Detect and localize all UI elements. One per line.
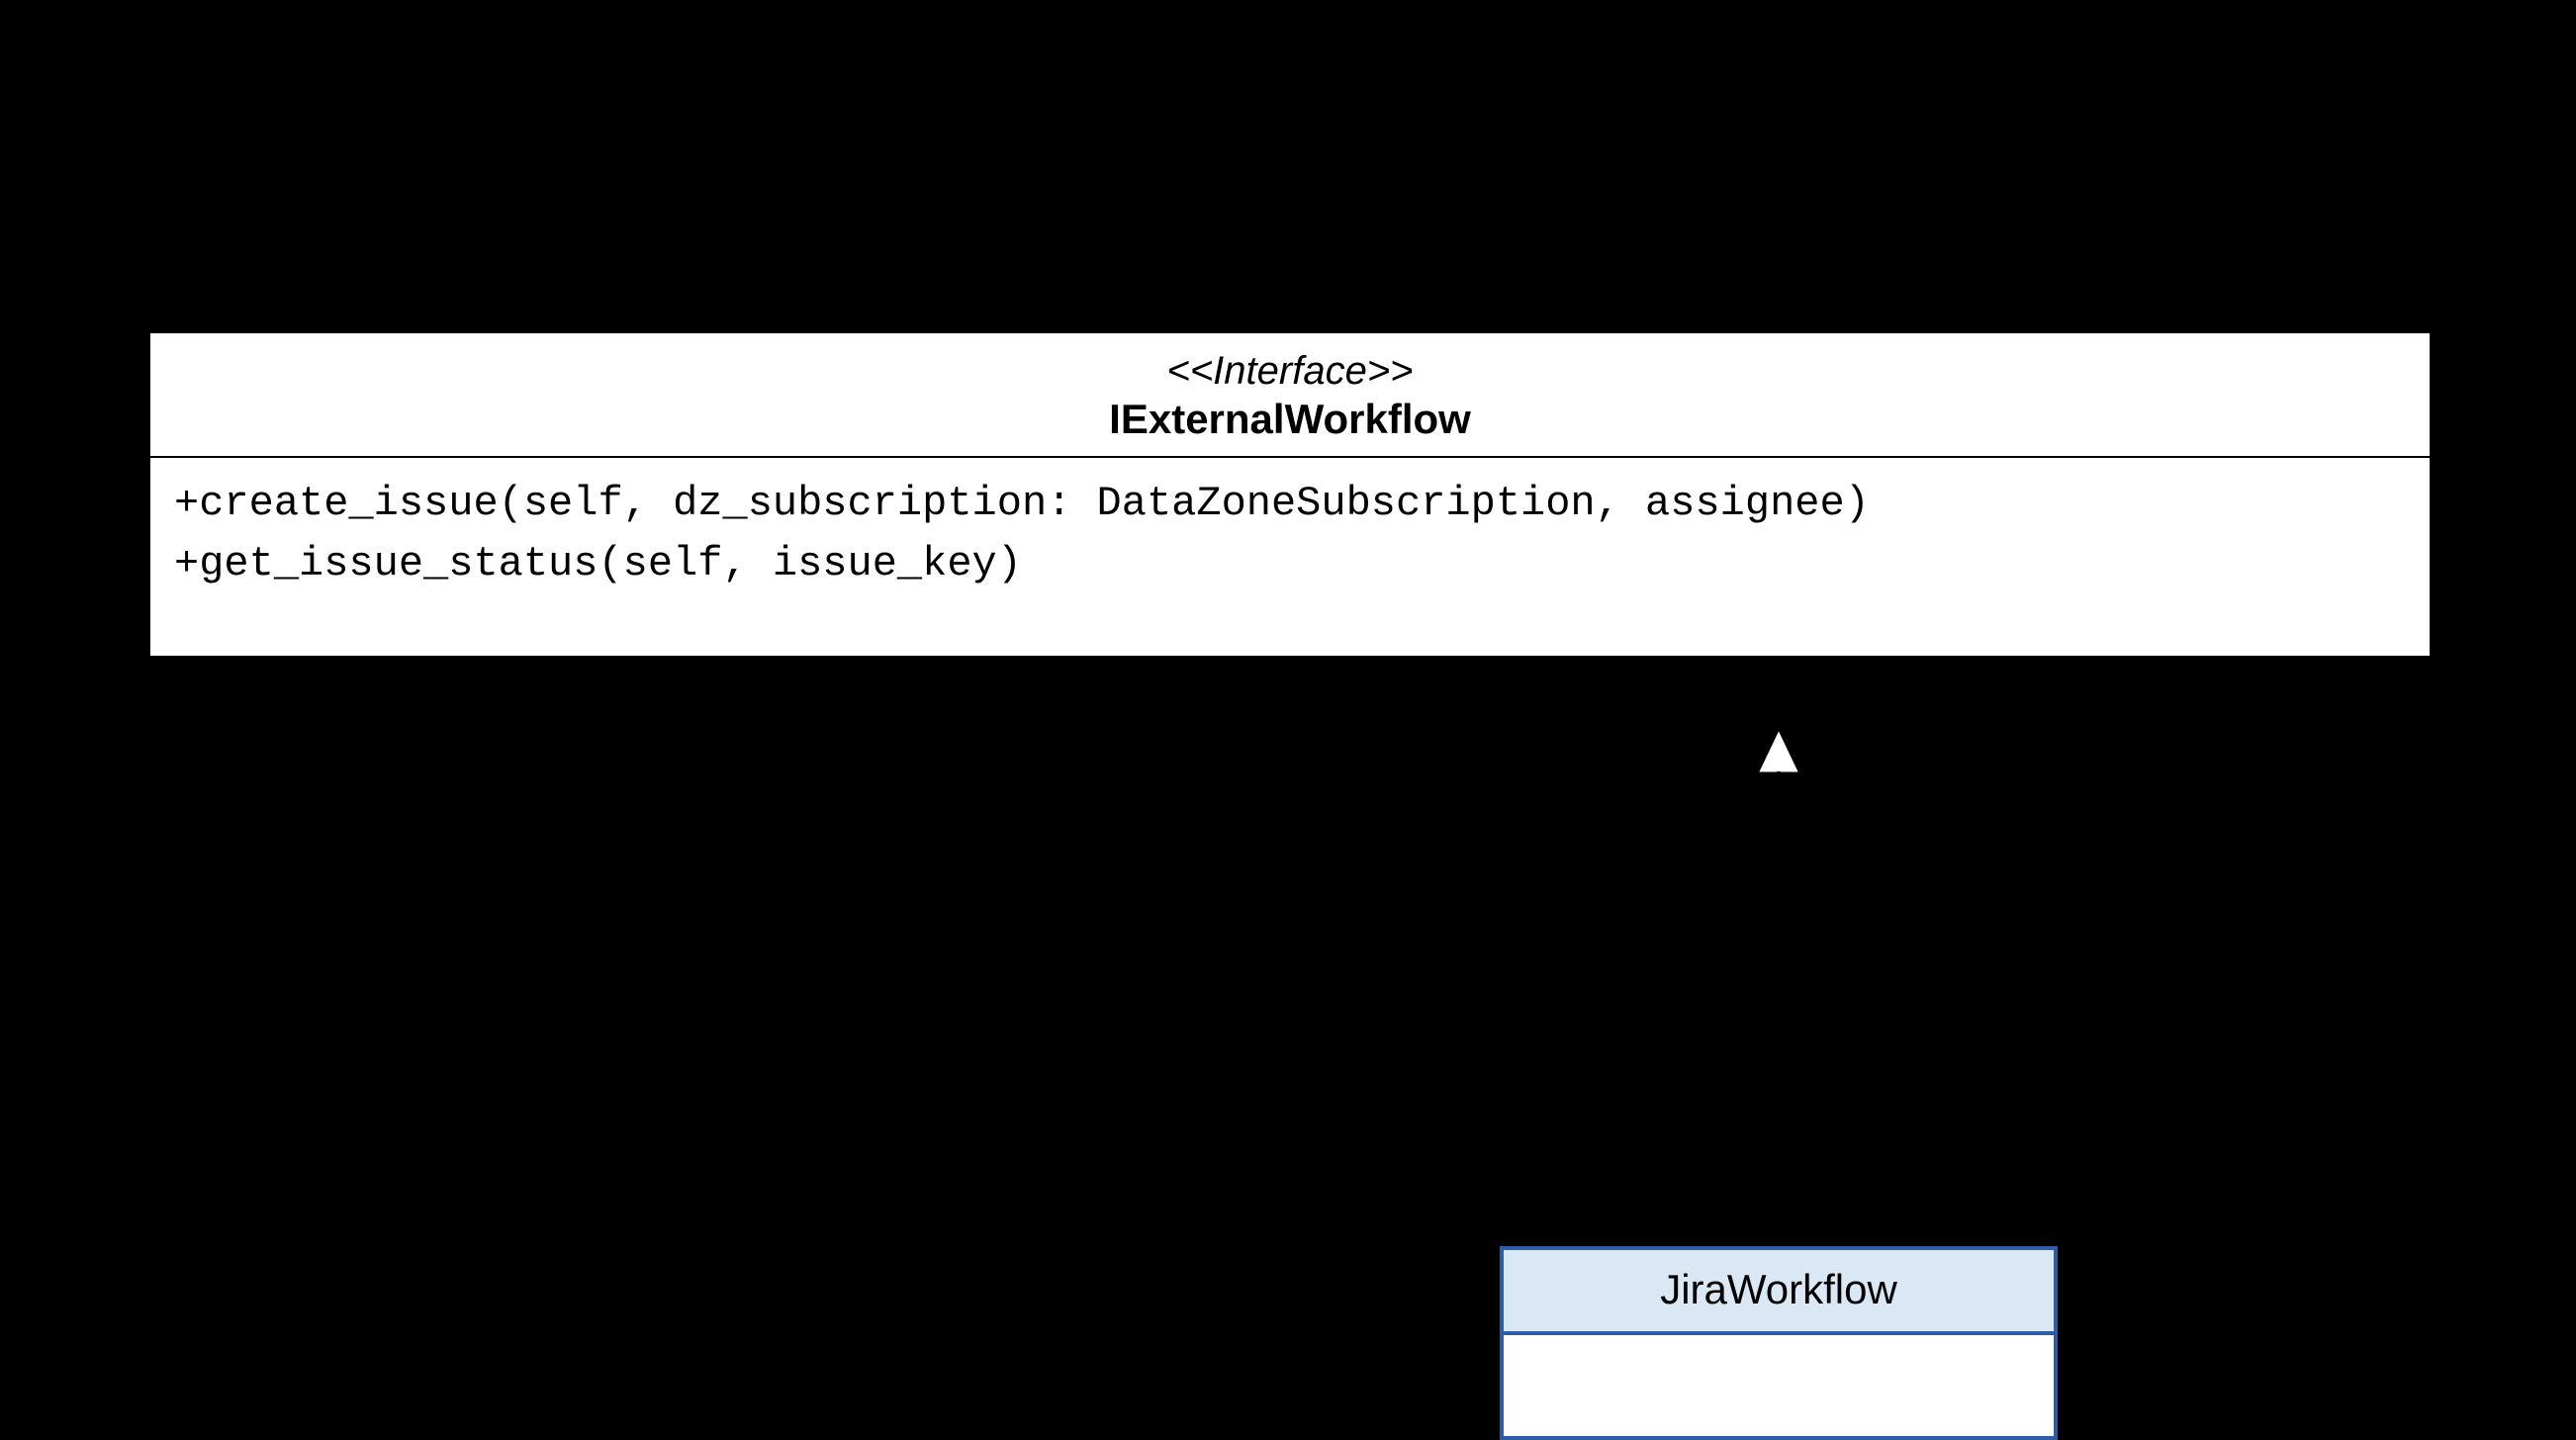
interface-stereotype: <<Interface>> [150,347,2430,395]
interface-name: IExternalWorkflow [150,395,2430,444]
child-class-name: JiraWorkflow [1500,1246,2058,1331]
realization-connector [1777,771,1781,1246]
realization-arrowhead-icon [1757,728,1800,773]
interface-class-box: <<Interface>> IExternalWorkflow +create_… [148,331,2432,658]
child-class-box: JiraWorkflow [1500,1246,2058,1440]
method-signature: +create_issue(self, dz_subscription: Dat… [174,476,2406,532]
interface-header: <<Interface>> IExternalWorkflow [150,333,2430,458]
child-class-body [1500,1331,2058,1440]
method-signature: +get_issue_status(self, issue_key) [174,536,2406,592]
interface-methods-compartment: +create_issue(self, dz_subscription: Dat… [150,458,2430,655]
